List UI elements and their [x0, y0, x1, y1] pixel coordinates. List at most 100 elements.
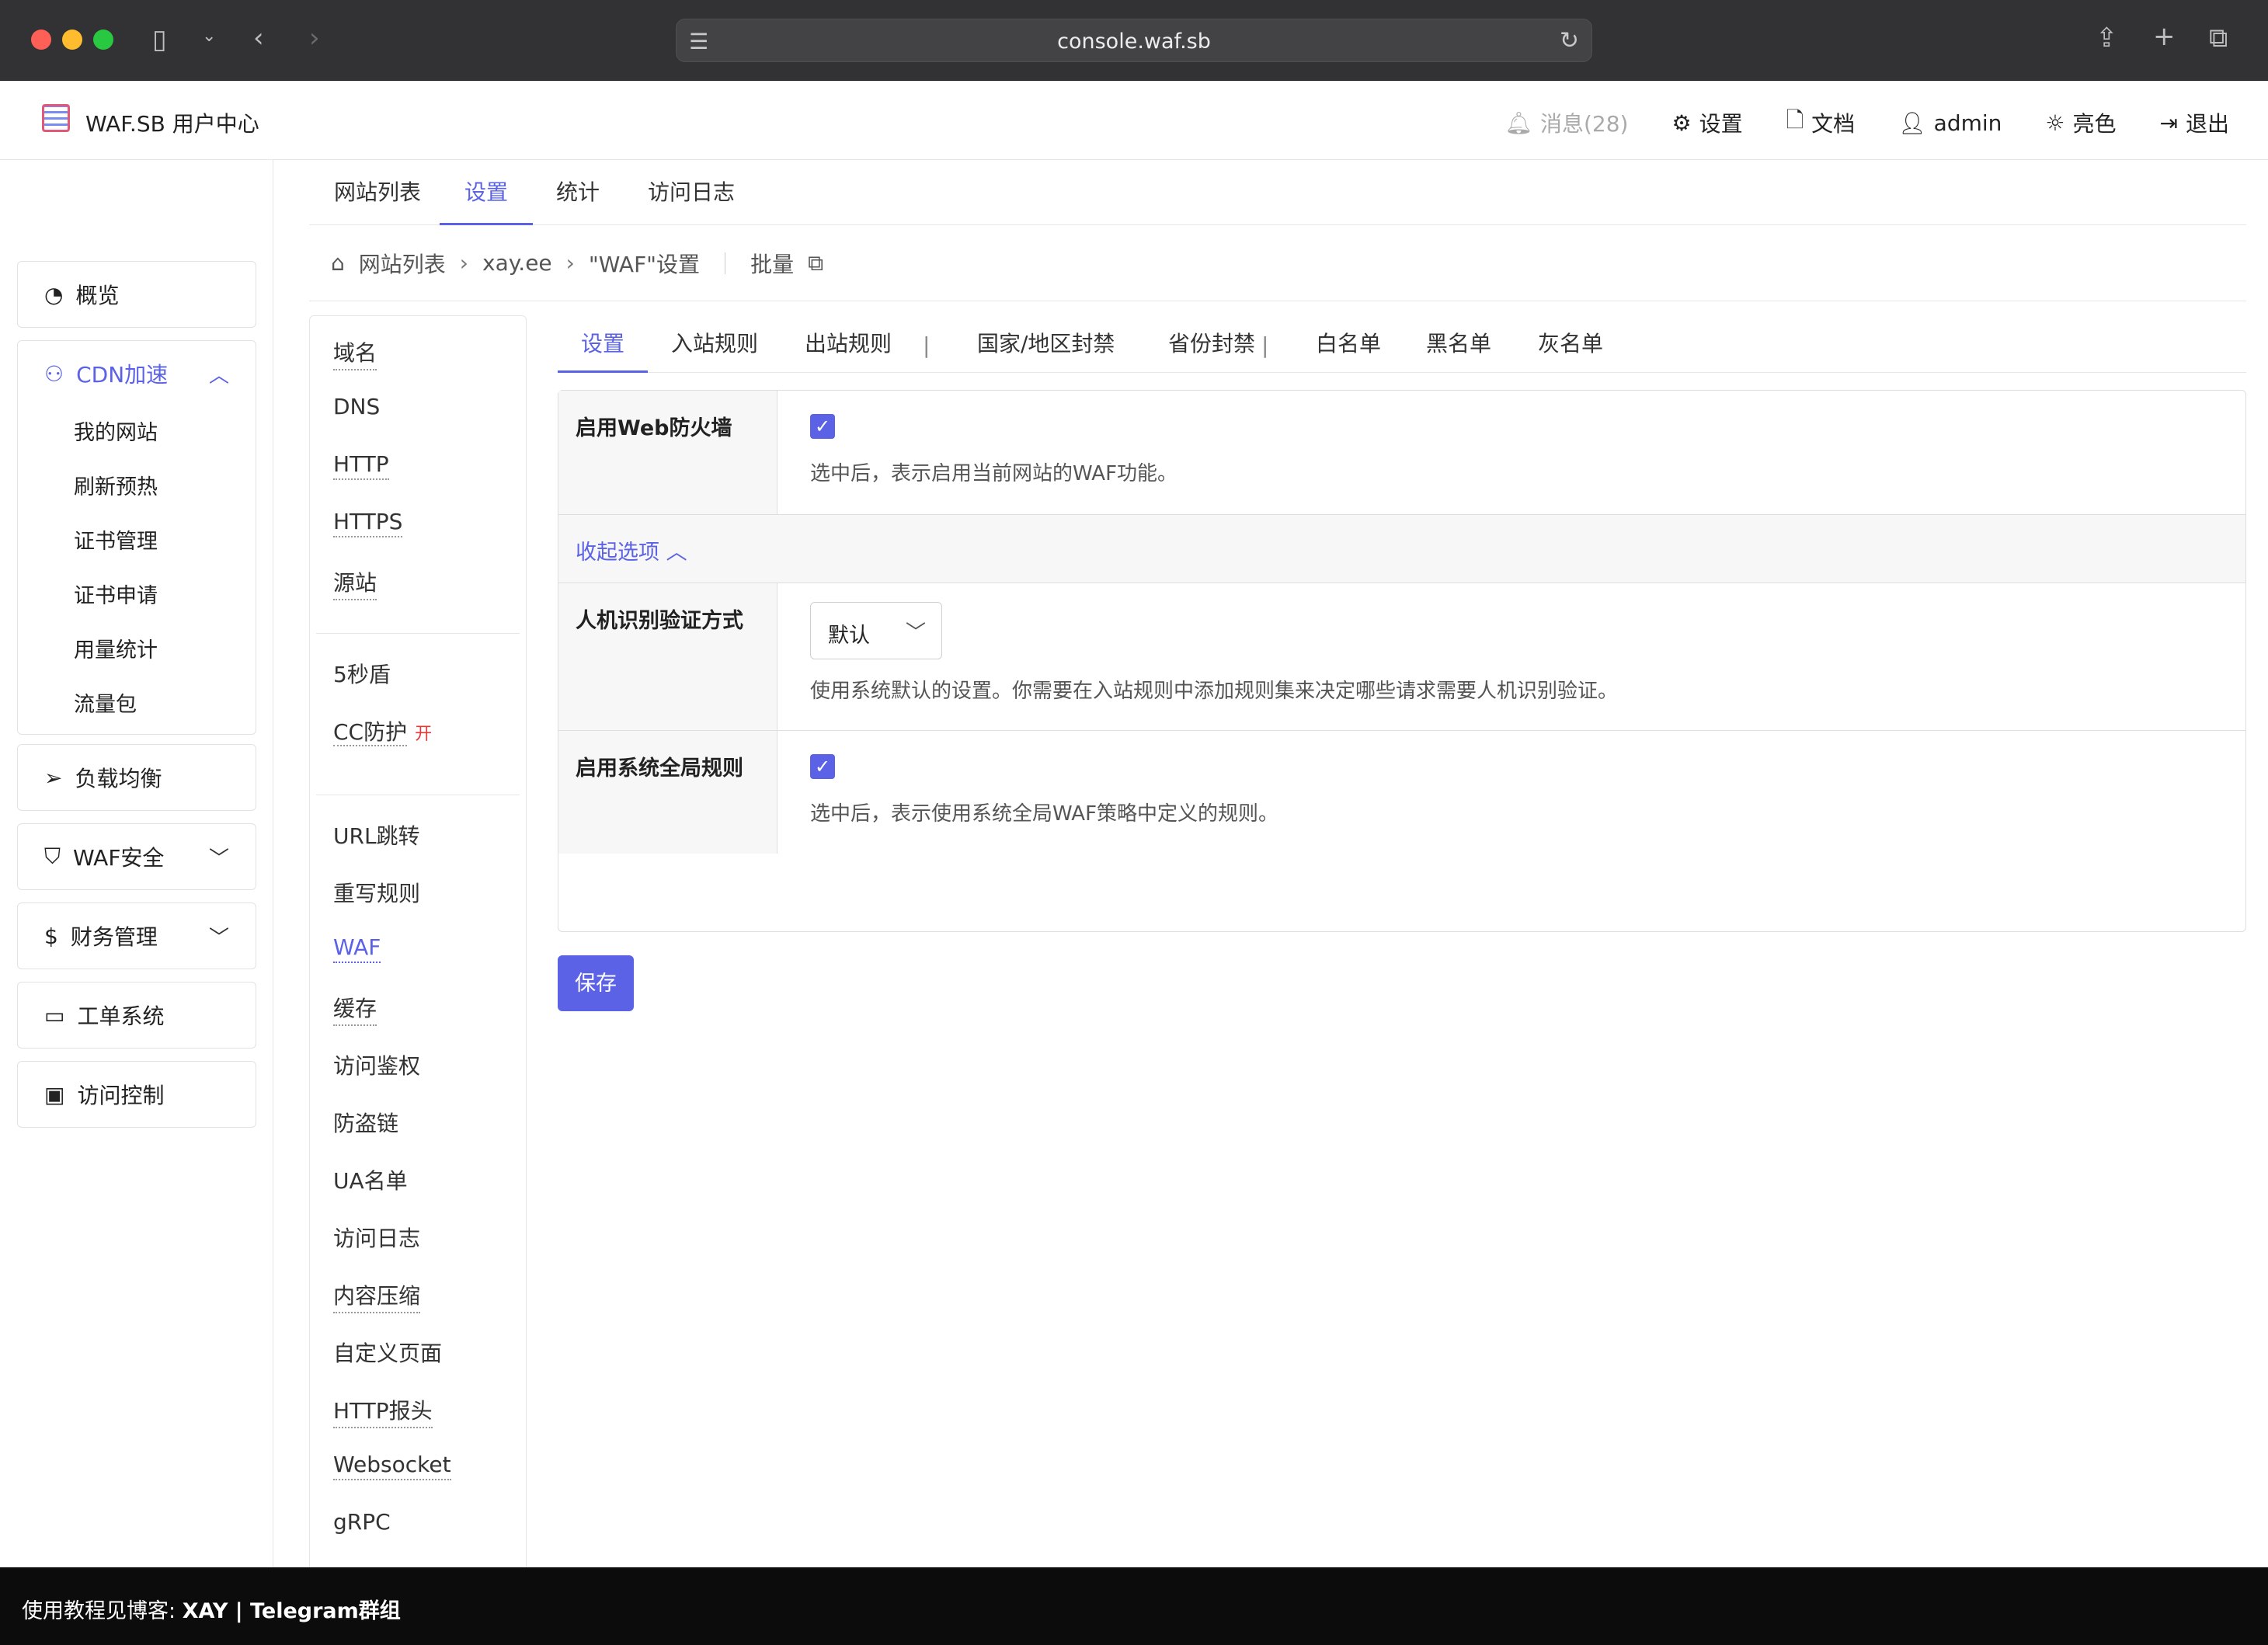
messages-link[interactable]: 🔔︎ 消息(28) [1504, 107, 1628, 138]
reload-icon[interactable]: ↻ [1560, 27, 1579, 54]
subtab-country-block[interactable]: 国家/地区封禁 [954, 315, 1138, 373]
menu-item-domain[interactable]: 域名 [333, 336, 377, 370]
menu-item-waf[interactable]: WAF [333, 934, 381, 963]
tab-site-list[interactable]: 网站列表 [309, 160, 446, 225]
form-hint: 使用系统默认的设置。你需要在入站规则中添加规则集来决定哪些请求需要人机识别验证。 [810, 680, 1619, 703]
subtab-blacklist[interactable]: 黑名单 [1403, 315, 1515, 373]
logout-link[interactable]: ⇥ 退出 [2160, 107, 2229, 138]
sidebar-item-label: 概览 [75, 283, 120, 308]
page-viewport: WAF.SB 用户中心 🔔︎ 消息(28) ⚙ 设置 🗋 文档 👤︎ admin… [0, 81, 2268, 1567]
subtab-whitelist[interactable]: 白名单 [1292, 315, 1404, 373]
tab-stats[interactable]: 统计 [531, 160, 624, 225]
menu-item-websocket[interactable]: Websocket [333, 1452, 451, 1480]
sidebar-item-overview[interactable]: ◔ 概览 [17, 261, 256, 328]
telegram-link[interactable]: Telegram群组 [250, 1599, 401, 1623]
send-icon: ➢ [44, 764, 63, 791]
sidebar-item-load-balance[interactable]: ➢ 负载均衡 [17, 744, 256, 811]
minimize-window-button[interactable] [62, 30, 82, 50]
menu-item-ua[interactable]: UA名单 [333, 1164, 408, 1195]
menu-item-cache[interactable]: 缓存 [333, 992, 377, 1026]
app-title[interactable]: WAF.SB 用户中心 [85, 107, 259, 138]
zoom-window-button[interactable] [93, 30, 113, 50]
batch-link[interactable]: 批量 [750, 248, 794, 279]
chevron-right-icon: › [459, 250, 468, 276]
menu-item-origin[interactable]: 源站 [333, 566, 377, 600]
subtab-settings[interactable]: 设置 [558, 315, 649, 373]
dollar-icon: $ [44, 923, 58, 949]
enable-waf-checkbox[interactable]: ✓ [810, 414, 835, 439]
logo-icon [42, 104, 70, 132]
menu-item-access-log[interactable]: 访问日志 [333, 1222, 420, 1253]
menu-item-http-headers[interactable]: HTTP报头 [333, 1394, 433, 1428]
sidebar-item-waf[interactable]: ⛉ WAF安全 ﹀ [17, 823, 256, 890]
menu-item-compression[interactable]: 内容压缩 [333, 1279, 421, 1313]
form-label: 启用Web防火墙 [558, 391, 777, 514]
menu-item-http[interactable]: HTTP [333, 451, 389, 480]
sidebar-subitem[interactable]: 证书管理 [18, 515, 256, 569]
close-window-button[interactable] [31, 30, 51, 50]
address-bar[interactable]: ☰ console.waf.sb ↻ [676, 19, 1592, 62]
sidebar-item-finance[interactable]: $ 财务管理 ﹀ [17, 902, 256, 969]
tab-access-log[interactable]: 访问日志 [623, 160, 760, 225]
breadcrumb-site[interactable]: xay.ee [482, 250, 552, 276]
global-rules-checkbox[interactable]: ✓ [810, 754, 835, 779]
theme-toggle[interactable]: ☼ 亮色 [2045, 107, 2116, 138]
settings-link[interactable]: ⚙ 设置 [1671, 107, 1742, 138]
status-badge: 开 [415, 725, 433, 744]
blog-link[interactable]: XAY [183, 1599, 228, 1623]
sidebar-item-label: 负载均衡 [75, 766, 162, 791]
bell-icon: 🔔︎ [1504, 110, 1532, 136]
sidebar-subitem[interactable]: 刷新预热 [18, 461, 256, 515]
menu-divider [316, 633, 520, 634]
form-row-collapse: 收起选项 ︿ [558, 515, 2245, 583]
collapse-options-link[interactable]: 收起选项 ︿ [576, 535, 687, 565]
menu-item-https[interactable]: HTTPS [333, 509, 403, 537]
forward-icon[interactable]: › [309, 25, 320, 51]
menu-item-dns[interactable]: DNS [333, 394, 380, 419]
user-link[interactable]: 👤︎ admin [1898, 110, 2002, 136]
subtab-inbound-rules[interactable]: 入站规则 [648, 315, 781, 373]
docs-link[interactable]: 🗋 文档 [1786, 104, 1856, 141]
new-tab-icon[interactable]: + [2153, 23, 2176, 50]
share-icon[interactable]: ⇪ [2096, 25, 2118, 51]
menu-item-cc[interactable]: CC防护开 [333, 715, 432, 746]
select-value: 默认 [828, 624, 870, 648]
waf-sub-tabs: 设置 入站规则 出站规则 | 国家/地区封禁 省份封禁 | 白名单 黑名单 灰名… [558, 315, 2246, 373]
footer-bar: 使用教程见博客: XAY | Telegram群组 [0, 1567, 2268, 1645]
sidebar-subitem[interactable]: 流量包 [18, 678, 256, 732]
user-label: admin [1933, 110, 2002, 136]
copy-icon[interactable]: ⧉ [808, 250, 823, 276]
captcha-type-select[interactable]: 默认 ﹀ [810, 602, 942, 659]
sidebar-item-access-control[interactable]: ▣ 访问控制 [17, 1061, 256, 1128]
menu-item-auth[interactable]: 访问鉴权 [333, 1049, 420, 1080]
theme-label: 亮色 [2072, 111, 2117, 137]
subtab-province-block[interactable]: 省份封禁 [1145, 315, 1278, 373]
sidebar-item-cdn[interactable]: ⚇ CDN加速 ︿ [18, 341, 256, 406]
menu-item-5s-shield[interactable]: 5秒盾 [333, 658, 391, 689]
chevron-up-icon: ︿ [208, 363, 229, 388]
sidebar-subitem[interactable]: 我的网站 [18, 406, 256, 461]
subtab-greylist[interactable]: 灰名单 [1515, 315, 1626, 373]
ticket-icon: ▭ [44, 1002, 65, 1028]
menu-item-custom-pages[interactable]: 自定义页面 [333, 1337, 442, 1368]
save-button[interactable]: 保存 [558, 955, 634, 1011]
back-icon[interactable]: ‹ [253, 25, 264, 51]
menu-item-rewrite[interactable]: 重写规则 [333, 877, 420, 908]
tab-settings[interactable]: 设置 [440, 160, 534, 225]
chevron-down-icon[interactable]: ⌄ [202, 28, 216, 45]
menu-item-referer[interactable]: 防盗链 [333, 1107, 398, 1138]
sidebar-item-tickets[interactable]: ▭ 工单系统 [17, 982, 256, 1049]
collapse-label: 收起选项 [576, 541, 659, 565]
chevron-right-icon: › [565, 250, 575, 276]
menu-item-url-redirect[interactable]: URL跳转 [333, 819, 420, 850]
tabs-overview-icon[interactable]: ⧉ [2209, 25, 2228, 51]
url-text: console.waf.sb [1057, 30, 1211, 54]
menu-item-grpc[interactable]: gRPC [333, 1509, 391, 1535]
breadcrumb-site-list[interactable]: 网站列表 [359, 248, 446, 279]
sidebar-icon[interactable]: ▯ [152, 26, 167, 53]
sidebar-subitem[interactable]: 用量统计 [18, 624, 256, 678]
sidebar: ◔ 概览 ⚇ CDN加速 ︿ 我的网站 刷新预热 证书管理 证书申请 用量统计 … [0, 160, 273, 1567]
footer-text: 使用教程见博客: XAY | Telegram群组 [22, 1594, 401, 1624]
subtab-outbound-rules[interactable]: 出站规则 [781, 315, 915, 373]
sidebar-subitem[interactable]: 证书申请 [18, 569, 256, 624]
